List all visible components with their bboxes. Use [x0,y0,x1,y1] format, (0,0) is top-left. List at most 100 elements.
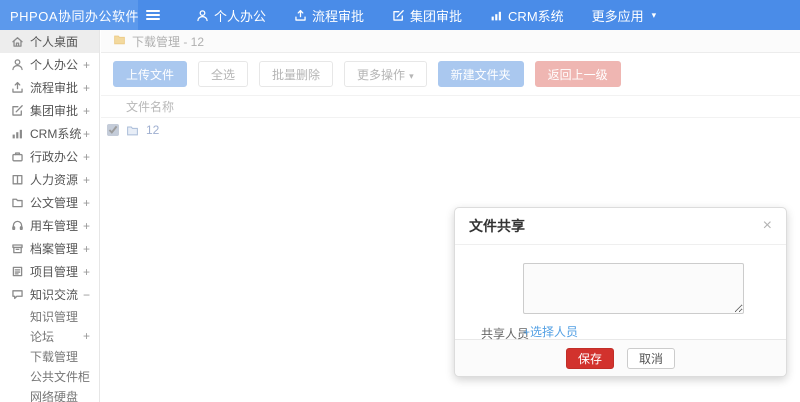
chart-icon [11,127,24,140]
user-icon [11,58,24,71]
sidebar-item-label: 流程审批 [30,81,79,95]
dialog-title: 文件共享 [469,218,525,234]
sidebar-subitem-label: 网络硬盘 [30,389,79,402]
nav-item-personal-office[interactable]: 个人办公 [182,0,280,30]
expand-icon[interactable]: + [83,329,90,343]
sidebar-subitem-public-file-cabinet[interactable]: 公共文件柜 [0,366,99,386]
sidebar-item-hr[interactable]: 人力资源 + [0,168,99,191]
sidebar-item-archive-mgmt[interactable]: 档案管理 + [0,237,99,260]
sidebar-item-document-mgmt[interactable]: 公文管理 + [0,191,99,214]
edit-icon [11,104,24,117]
nav-item-label: 集团审批 [410,8,463,24]
expand-icon[interactable]: + [83,58,90,72]
cancel-button[interactable]: 取消 [627,347,676,369]
expand-icon[interactable]: + [83,81,90,95]
select-all-button[interactable]: 全选 [198,61,249,87]
sidebar-item-label: 公文管理 [30,196,79,210]
flow-icon [11,81,24,94]
sidebar-item-crm[interactable]: CRM系统 + [0,122,99,145]
sidebar-subitem-network-disk[interactable]: 网络硬盘 [0,386,99,402]
sidebar-item-flow-approval[interactable]: 流程审批 + [0,76,99,99]
hamburger-menu-icon[interactable] [138,0,168,30]
table-row: 12 [101,118,800,142]
nav-item-label: 个人办公 [214,8,267,24]
caret-down-icon: ▾ [651,9,657,20]
batch-delete-button[interactable]: 批量删除 [259,61,334,87]
dialog-footer: 保存 取消 [455,339,786,376]
caret-down-icon: ▾ [409,70,414,81]
chart-icon [490,9,503,22]
sidebar-item-personal-office[interactable]: 个人办公 + [0,53,99,76]
sidebar-submenu-knowledge: 知识管理 论坛 + 下载管理 公共文件柜 网络硬盘 [0,306,99,402]
sidebar-subitem-label: 下载管理 [30,349,79,364]
expand-icon[interactable]: + [83,265,90,279]
chat-icon [11,288,24,301]
sidebar-item-project-mgmt[interactable]: 项目管理 + [0,260,99,283]
sidebar-item-label: 档案管理 [30,242,79,256]
sidebar-subitem-label: 知识管理 [30,309,79,324]
back-up-level-button[interactable]: 返回上一级 [534,61,621,87]
sidebar: 个人桌面 个人办公 + 流程审批 + 集团审批 + CRM系统 + 行政办公 +… [0,30,100,402]
collapse-icon[interactable]: − [83,288,90,302]
sidebar-item-label: 项目管理 [30,265,79,279]
share-members-textarea[interactable] [523,263,744,314]
file-table-header: 文件名称 [101,95,800,118]
flow-icon [294,9,307,22]
nav-item-label: 流程审批 [312,8,365,24]
sidebar-item-admin-office[interactable]: 行政办公 + [0,145,99,168]
book-icon [11,173,24,186]
edit-icon [392,9,405,22]
sidebar-subitem-label: 公共文件柜 [30,369,91,384]
sidebar-item-label: CRM系统 [30,127,82,141]
nav-item-group-approval[interactable]: 集团审批 [378,0,476,30]
breadcrumb-label: 下载管理 - 12 [132,34,205,49]
briefcase-icon [11,150,24,163]
nav-item-label: CRM系统 [508,8,564,24]
sidebar-item-label: 集团审批 [30,104,79,118]
new-folder-button[interactable]: 新建文件夹 [437,61,524,87]
upload-file-button[interactable]: 上传文件 [113,61,188,87]
file-share-dialog: 文件共享 × 共享人员 +选择人员 保存 取消 [454,207,787,377]
folder-icon [11,196,24,209]
dialog-body: 共享人员 +选择人员 [455,245,786,341]
expand-icon[interactable]: + [83,173,90,187]
navbar-items: 个人办公 流程审批 集团审批 CRM系统 更多应用 ▾ [182,0,670,30]
nav-item-flow-approval[interactable]: 流程审批 [280,0,378,30]
sidebar-subitem-download-mgmt[interactable]: 下载管理 [0,346,99,366]
sidebar-subitem-label: 论坛 [30,329,55,344]
sidebar-item-personal-desktop[interactable]: 个人桌面 [0,30,99,53]
select-members-link[interactable]: +选择人员 [523,323,578,340]
sidebar-item-label: 用车管理 [30,219,79,233]
expand-icon[interactable]: + [83,196,90,210]
expand-icon[interactable]: + [83,127,90,141]
expand-icon[interactable]: + [83,104,90,118]
sidebar-item-vehicle-mgmt[interactable]: 用车管理 + [0,214,99,237]
sidebar-item-knowledge-exchange[interactable]: 知识交流 − [0,283,99,306]
share-members-label: 共享人员 [481,327,530,341]
sidebar-item-label: 个人桌面 [30,35,79,49]
expand-icon[interactable]: + [83,219,90,233]
sidebar-subitem-knowledge-mgmt[interactable]: 知识管理 [0,306,99,326]
project-icon [11,265,24,278]
user-icon [196,9,209,22]
save-button[interactable]: 保存 [565,347,614,369]
row-checkbox[interactable] [107,124,119,136]
sidebar-item-label: 行政办公 [30,150,79,164]
nav-item-crm[interactable]: CRM系统 [476,0,578,30]
expand-icon[interactable]: + [83,242,90,256]
top-navbar: PHPOA协同办公软件 个人办公 流程审批 集团审批 CRM系统 更多应用 ▾ [0,0,800,30]
archive-icon [11,242,24,255]
sidebar-subitem-forum[interactable]: 论坛 + [0,326,99,346]
close-icon[interactable]: × [763,218,772,234]
nav-item-more-apps[interactable]: 更多应用 ▾ [578,0,671,30]
sidebar-item-group-approval[interactable]: 集团审批 + [0,99,99,122]
breadcrumb: 下载管理 - 12 [101,30,800,53]
home-icon [11,35,24,48]
more-actions-dropdown[interactable]: 更多操作 ▾ [344,61,427,87]
expand-icon[interactable]: + [83,150,90,164]
sidebar-item-label: 知识交流 [30,288,79,302]
app-logo: PHPOA协同办公软件 [0,0,139,30]
dialog-header: 文件共享 × [455,208,786,245]
sidebar-item-label: 人力资源 [30,173,79,187]
file-name-link[interactable]: 12 [146,123,159,137]
